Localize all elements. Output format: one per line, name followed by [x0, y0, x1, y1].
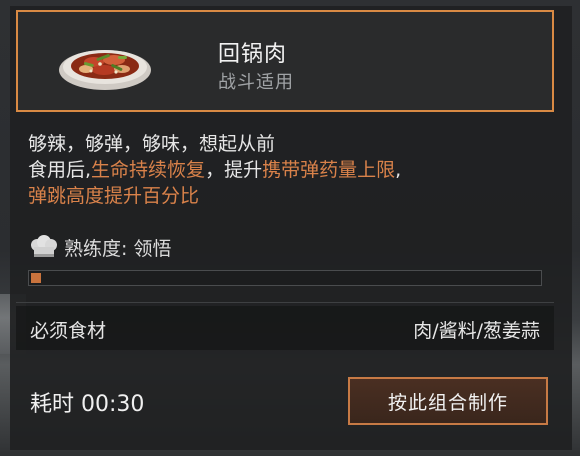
effect-ammo: 携带弹药量上限 [262, 159, 396, 181]
effect-jump: 弹跳高度提升百分比 [28, 185, 200, 207]
divider [16, 302, 554, 303]
mastery-progress-bar [28, 270, 542, 286]
ingredients-label: 必须食材 [30, 320, 107, 342]
chef-hat-icon [31, 235, 57, 257]
recipe-header[interactable]: 回锅肉 战斗适用 [16, 10, 554, 112]
mastery-row: 熟练度: 领悟 [28, 232, 171, 262]
dish-name: 回锅肉 [218, 42, 288, 67]
dish-category: 战斗适用 [218, 72, 294, 93]
mastery-text: 熟练度: 领悟 [64, 237, 172, 260]
mastery-progress-fill [31, 273, 41, 283]
effect-regen: 生命持续恢复 [91, 159, 206, 181]
description-line-2: 食用后,生命持续恢复，提升携带弹药量上限, [28, 159, 402, 181]
ingredients-row: 必须食材 肉/酱料/葱姜蒜 [16, 306, 554, 350]
twice-cooked-pork-dish-icon [56, 26, 154, 96]
dish-description: 够辣，够弹，够味，想起从前 食用后,生命持续恢复，提升携带弹药量上限, 弹跳高度… [28, 131, 558, 209]
ingredients-value: 肉/酱料/葱姜蒜 [413, 320, 540, 342]
craft-button[interactable]: 按此组合制作 [348, 377, 548, 425]
cook-time: 耗时 00:30 [30, 392, 145, 417]
description-line-1: 够辣，够弹，够味，想起从前 [28, 133, 276, 155]
